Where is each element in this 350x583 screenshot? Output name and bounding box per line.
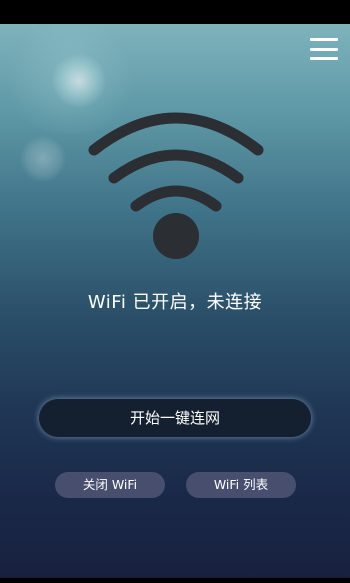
menu-button[interactable] (310, 38, 338, 60)
bokeh-light (52, 54, 106, 108)
status-bar (0, 0, 350, 24)
wifi-screen: WiFi 已开启，未连接 开始一键连网 关闭 WiFi WiFi 列表 (0, 24, 350, 578)
wifi-signal-icon (88, 112, 264, 259)
one-click-connect-button[interactable]: 开始一键连网 (39, 399, 311, 437)
bokeh-light (20, 136, 66, 182)
bottom-bar (0, 578, 350, 583)
hamburger-menu-icon (310, 57, 338, 60)
hamburger-menu-icon (310, 38, 338, 41)
hamburger-menu-icon (310, 47, 338, 51)
close-wifi-button[interactable]: 关闭 WiFi (55, 472, 165, 498)
wifi-list-button[interactable]: WiFi 列表 (186, 472, 296, 498)
connection-status-text: WiFi 已开启，未连接 (87, 292, 263, 313)
